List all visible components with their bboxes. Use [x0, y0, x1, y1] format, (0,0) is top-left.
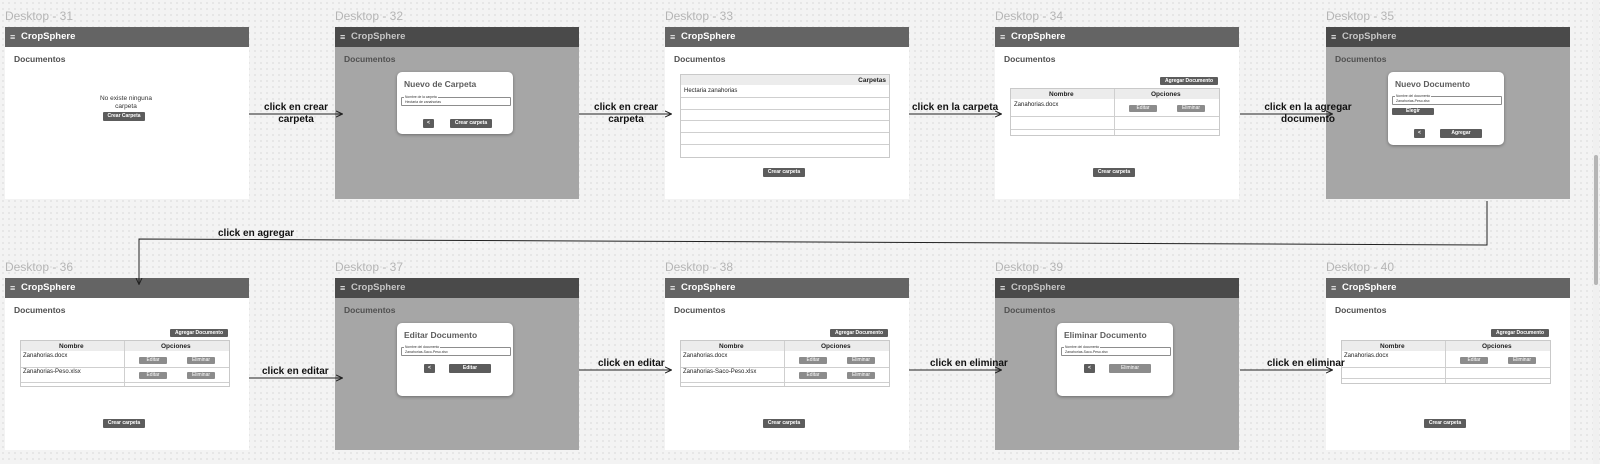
- arrow-label: click en eliminar: [1267, 358, 1345, 369]
- flow-arrow: [139, 201, 1488, 284]
- arrow-label: click en editar: [262, 366, 329, 377]
- vertical-scrollbar[interactable]: [1593, 0, 1599, 464]
- arrow-label: click en agregar: [218, 228, 295, 239]
- arrow-label: click en editar: [598, 358, 665, 369]
- arrow-label: click en crear carpeta: [594, 102, 658, 125]
- scrollbar-thumb[interactable]: [1594, 155, 1598, 285]
- arrow-label: click en crear carpeta: [264, 102, 328, 125]
- arrow-label: click en eliminar: [930, 358, 1008, 369]
- arrow-label: click en la carpeta: [912, 102, 999, 113]
- arrow-label: click en la agregar documento: [1264, 102, 1352, 125]
